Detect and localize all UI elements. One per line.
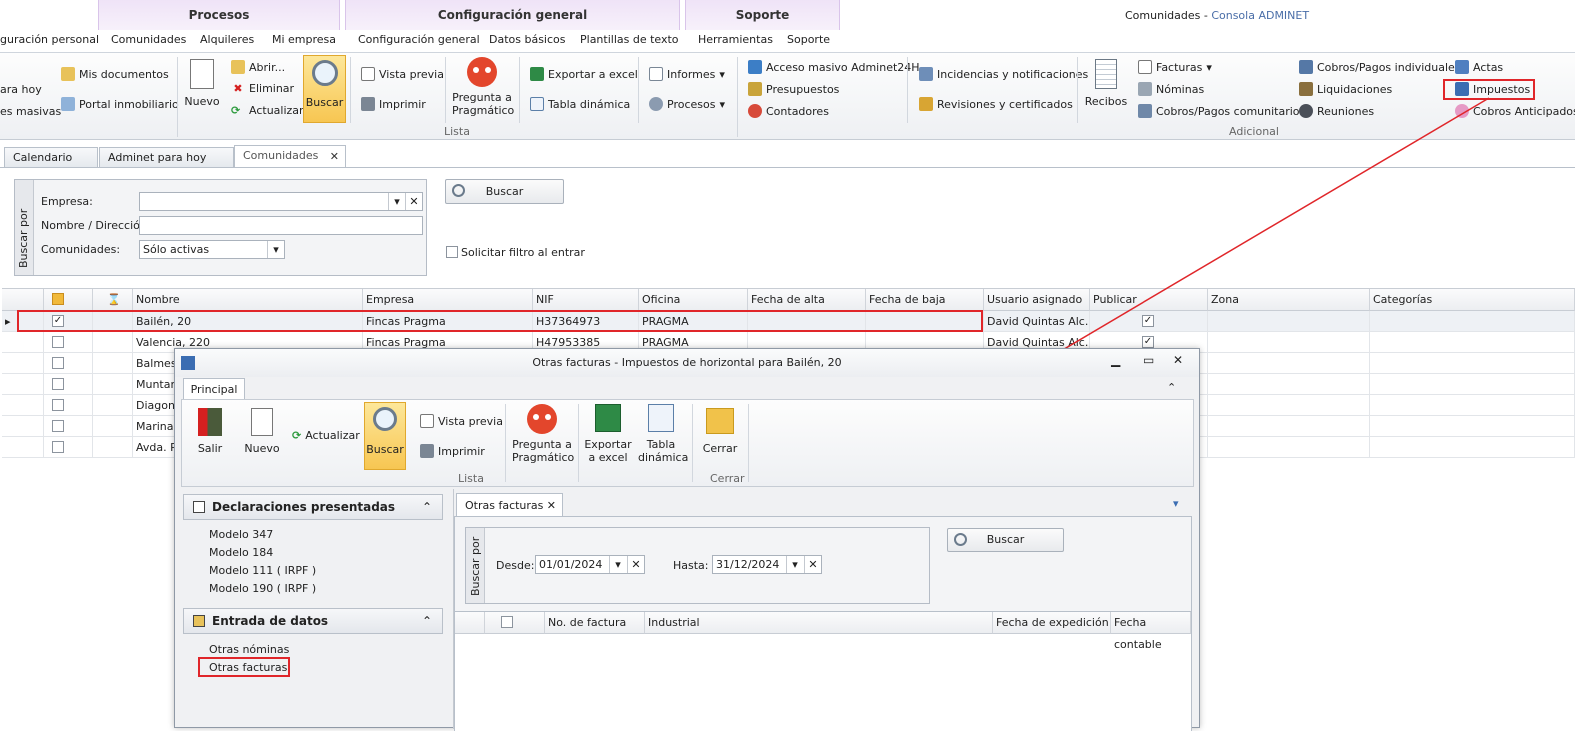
link-modelo-190[interactable]: Modelo 190 ( IRPF )	[209, 582, 316, 595]
dialog-group-lista: Lista	[458, 472, 484, 485]
link-otras-nominas[interactable]: Otras nóminas	[209, 643, 289, 656]
inner-search-panel: Buscar por Desde: 01/01/2024 ▾ ✕ Hasta: 31…	[465, 527, 930, 604]
chevron-up-icon[interactable]: ⌃	[422, 495, 432, 519]
dropdown-arrow-icon[interactable]: ▾	[1173, 497, 1179, 510]
dialog-pregunta-button[interactable]: Pregunta a Pragmático	[512, 404, 574, 464]
salir-button[interactable]: Salir	[190, 408, 230, 455]
exit-icon	[198, 408, 222, 436]
dialog-nuevo-button[interactable]: Nuevo	[242, 408, 282, 455]
clear-icon[interactable]: ✕	[804, 556, 821, 573]
dialog-title: Otras facturas - Impuestos de horizontal…	[532, 356, 842, 369]
dialog-cerrar-button[interactable]: Cerrar	[698, 408, 742, 455]
close-icon[interactable]: ✕	[547, 494, 556, 517]
chevron-down-icon[interactable]: ▾	[786, 556, 803, 573]
printer-icon	[420, 444, 434, 458]
dialog-imprimir-button[interactable]: Imprimir	[420, 444, 485, 458]
dialog-exportar-button[interactable]: Exportar a excel	[584, 404, 632, 464]
inner-tab-otras-facturas[interactable]: Otras facturas ✕	[456, 493, 563, 517]
section-entrada-datos[interactable]: Entrada de datos ⌃	[183, 608, 443, 634]
col-no-factura[interactable]: No. de factura	[545, 612, 645, 634]
clear-icon[interactable]: ✕	[627, 556, 644, 573]
refresh-icon: ⟳	[292, 429, 302, 442]
col-fecha-contable[interactable]: Fecha contable	[1111, 612, 1191, 651]
tab-principal[interactable]: Principal	[183, 378, 245, 400]
hasta-label: Hasta:	[673, 559, 709, 572]
maximize-icon[interactable]: ▭	[1143, 353, 1154, 367]
dialog-vista-previa-button[interactable]: Vista previa	[420, 414, 503, 428]
folder-icon	[706, 408, 734, 434]
magnifier-icon	[954, 533, 967, 546]
col-industrial[interactable]: Industrial	[645, 612, 993, 634]
facturas-grid: No. de factura Industrial Fecha de exped…	[455, 611, 1191, 731]
excel-icon	[595, 404, 621, 432]
data-entry-icon	[193, 615, 205, 627]
dialog-actualizar-button[interactable]: ⟳ Actualizar	[292, 429, 360, 442]
otras-facturas-dialog: Otras facturas - Impuestos de horizontal…	[174, 348, 1200, 731]
hasta-field[interactable]: 31/12/2024 ▾ ✕	[712, 555, 822, 574]
highlight-otras-facturas	[198, 657, 290, 677]
desde-label: Desde:	[496, 559, 535, 572]
dialog-group-cerrar: Cerrar	[710, 472, 745, 485]
robot-icon	[527, 404, 557, 434]
desde-field[interactable]: 01/01/2024 ▾ ✕	[535, 555, 645, 574]
inner-buscar-button[interactable]: Buscar	[947, 528, 1064, 552]
document-icon	[193, 501, 205, 513]
preview-icon	[420, 414, 434, 428]
select-all-checkbox[interactable]	[501, 616, 513, 628]
minimize-icon[interactable]: ▁	[1111, 353, 1120, 367]
section-declaraciones[interactable]: Declaraciones presentadas ⌃	[183, 494, 443, 520]
inner-search-side-label: Buscar por	[469, 536, 482, 596]
collapse-ribbon-icon[interactable]: ⌃	[1167, 381, 1176, 394]
dialog-buscar-button[interactable]: Buscar	[364, 402, 406, 470]
pivot-icon	[648, 404, 674, 432]
chevron-up-icon[interactable]: ⌃	[422, 609, 432, 633]
dialog-tabla-button[interactable]: Tabla dinámica	[638, 404, 688, 464]
link-modelo-184[interactable]: Modelo 184	[209, 546, 273, 559]
link-modelo-347[interactable]: Modelo 347	[209, 528, 273, 541]
document-icon	[251, 408, 273, 436]
close-icon[interactable]: ✕	[1173, 353, 1183, 367]
magnifier-icon	[373, 407, 397, 431]
col-fecha-expedicion[interactable]: Fecha de expedición	[993, 612, 1111, 634]
chevron-down-icon[interactable]: ▾	[609, 556, 626, 573]
link-modelo-111[interactable]: Modelo 111 ( IRPF )	[209, 564, 316, 577]
